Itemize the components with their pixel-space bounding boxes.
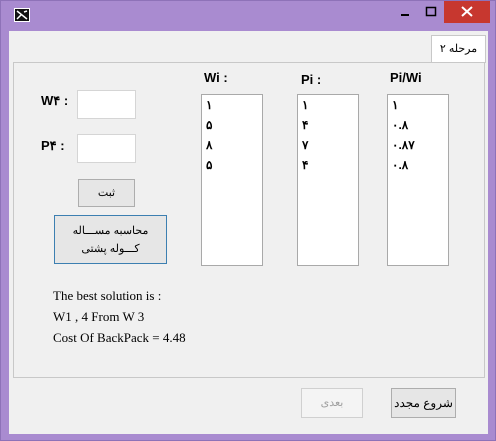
- pi-list[interactable]: ۱ ۴ ۷ ۴: [297, 94, 359, 266]
- p4-input[interactable]: [77, 134, 136, 163]
- result-line-2: W1 , 4 From W 3: [53, 309, 145, 324]
- list-item[interactable]: ۱: [388, 95, 448, 115]
- list-item[interactable]: ۰.۸: [388, 155, 448, 175]
- restart-button[interactable]: شروع مجدد: [391, 388, 456, 418]
- tab-stage-2[interactable]: مرحله ۲: [431, 35, 486, 63]
- result-line-1: The best solution is :: [53, 288, 162, 303]
- title-bar: [1, 1, 495, 31]
- tab-label: مرحله ۲: [439, 43, 478, 55]
- list-item[interactable]: ۰.۸: [388, 115, 448, 135]
- list-item[interactable]: ۸: [202, 135, 262, 155]
- result-line-3: Cost Of BackPack = 4.48: [53, 330, 186, 345]
- list-item[interactable]: ۷: [298, 135, 358, 155]
- compute-label-line2: کـــوله پشتی: [81, 243, 140, 255]
- close-button[interactable]: [444, 1, 490, 23]
- close-icon: [461, 6, 473, 17]
- client-area: مرحله ۲ W۴ : P۴ : ثبت محاسبه مســـاله کـ…: [9, 31, 488, 434]
- ratio-list[interactable]: ۱ ۰.۸ ۰.۸۷ ۰.۸: [387, 94, 449, 266]
- next-button: بعدی: [301, 388, 363, 418]
- list-item[interactable]: ۴: [298, 115, 358, 135]
- restart-label: شروع مجدد: [394, 396, 453, 410]
- list-item[interactable]: ۵: [202, 115, 262, 135]
- minimize-button[interactable]: [392, 1, 418, 23]
- list-item[interactable]: ۵: [202, 155, 262, 175]
- pi-header: Pi :: [301, 72, 322, 87]
- p4-label: P۴ :: [41, 138, 65, 153]
- w4-label: W۴ :: [41, 93, 69, 108]
- tab-panel: W۴ : P۴ : ثبت محاسبه مســـاله کـــوله پش…: [13, 62, 485, 378]
- list-item[interactable]: ۰.۸۷: [388, 135, 448, 155]
- tab-strip: مرحله ۲: [9, 31, 488, 63]
- app-window: مرحله ۲ W۴ : P۴ : ثبت محاسبه مســـاله کـ…: [0, 0, 496, 441]
- maximize-button[interactable]: [418, 1, 444, 23]
- wi-list[interactable]: ۱ ۵ ۸ ۵: [201, 94, 263, 266]
- wi-header: Wi :: [204, 70, 228, 85]
- register-button[interactable]: ثبت: [78, 179, 135, 207]
- w4-input[interactable]: [77, 90, 136, 119]
- next-label: بعدی: [320, 397, 344, 409]
- register-label: ثبت: [97, 187, 116, 199]
- app-icon: [14, 8, 30, 22]
- compute-knapsack-button[interactable]: محاسبه مســـاله کـــوله پشتی: [54, 215, 167, 264]
- list-item[interactable]: ۱: [202, 95, 262, 115]
- maximize-icon: [425, 6, 437, 17]
- ratio-header: Pi/Wi: [390, 70, 422, 85]
- compute-label-line1: محاسبه مســـاله: [72, 225, 149, 237]
- list-item[interactable]: ۴: [298, 155, 358, 175]
- list-item[interactable]: ۱: [298, 95, 358, 115]
